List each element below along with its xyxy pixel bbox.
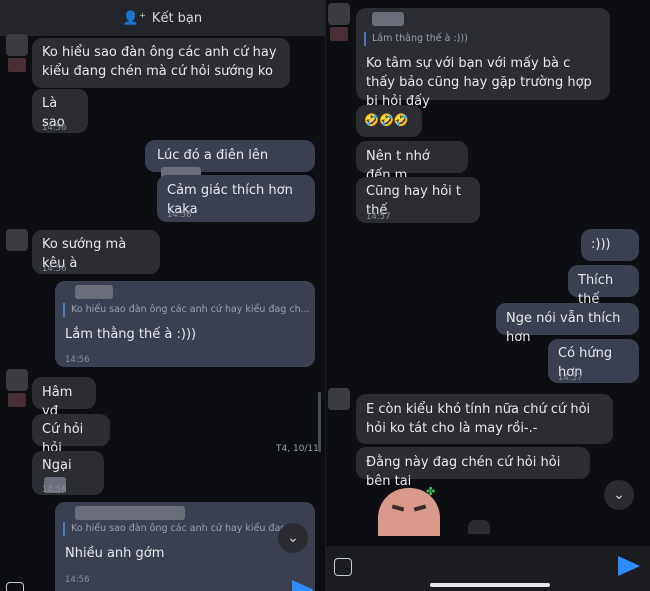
home-indicator <box>430 583 550 587</box>
message-text: Ko hiểu sao đàn ông các anh cứ hay kiểu … <box>42 45 277 79</box>
avatar[interactable] <box>6 34 28 56</box>
message-bubble[interactable]: E còn kiểu khó tính nữa chứ cứ hỏi hỏi k… <box>356 394 613 444</box>
message-bubble-outgoing[interactable]: Ko hiểu sao đàn ông các anh cứ hay kiểu … <box>55 281 315 367</box>
add-friend-icon: 👤⁺ <box>122 10 146 26</box>
message-time: 14:56 <box>65 355 90 365</box>
message-time: 14:56 <box>42 485 67 495</box>
avatar-sub <box>8 58 26 72</box>
message-bubble[interactable]: Ko sướng mà kêu à 14:56 <box>32 230 160 274</box>
avatar-sub <box>8 393 26 407</box>
message-bubble-outgoing[interactable]: Nge nói vẫn thích hơn <box>496 303 639 345</box>
message-text: Ngại <box>42 458 72 473</box>
avatar-sub <box>330 27 348 41</box>
scroll-down-button[interactable]: ⌄ <box>278 523 308 553</box>
scroll-down-button[interactable]: ⌄ <box>604 480 634 510</box>
add-friend-button[interactable]: 👤⁺ Kết bạn <box>0 0 325 36</box>
message-bubble[interactable]: Nên t nhớ đến m <box>356 141 468 183</box>
message-time: 14:56 <box>42 123 67 133</box>
add-friend-label: Kết bạn <box>151 10 203 26</box>
redacted-name <box>75 285 113 299</box>
message-bubble[interactable]: Cứ hỏi hỏi <box>32 414 110 456</box>
message-bubble-outgoing[interactable]: Có hứng hơn 14:57 <box>548 339 639 383</box>
date-divider: T4, 10/11 <box>276 444 319 454</box>
message-bubble-outgoing[interactable]: Ko hiểu sao đàn ông các anh cứ hay kiểu … <box>55 502 315 591</box>
message-bubble[interactable]: Cũng hay hỏi t thế 14:57 <box>356 177 480 223</box>
avatar[interactable] <box>328 388 350 410</box>
redacted-name <box>75 506 185 520</box>
message-bubble[interactable]: Lắm thằng thế à :))) Ko tâm sự với bạn v… <box>356 8 610 109</box>
quoted-message[interactable]: Lắm thằng thế à :))) <box>364 32 602 46</box>
message-bubble-outgoing[interactable]: Thích thế <box>568 265 639 307</box>
send-icon[interactable] <box>618 556 640 576</box>
message-text: Ko tâm sự với bạn với mấy bà c thấy bảo … <box>366 56 592 109</box>
message-text: Lắm thằng thế à :))) <box>65 327 197 342</box>
quoted-message[interactable]: Ko hiểu sao đàn ông các anh cứ hay kiểu … <box>63 303 311 317</box>
message-bubble-outgoing[interactable]: Lúc đó a điên lên <box>145 140 315 183</box>
message-text: Đằng này đag chén cứ hỏi hỏi bên tai <box>366 455 561 489</box>
chevron-down-icon: ⌄ <box>287 530 299 546</box>
message-bubble[interactable]: 🤣🤣🤣 <box>356 105 422 137</box>
message-text: 🤣🤣🤣 <box>364 113 409 127</box>
sticker-eye <box>413 504 427 512</box>
scrollbar[interactable] <box>318 392 321 452</box>
message-text: Nhiều anh gớm <box>65 546 165 561</box>
message-bubble-outgoing[interactable]: :))) <box>581 229 639 261</box>
message-time: 14:56 <box>167 210 192 220</box>
message-time: 14:57 <box>366 212 391 222</box>
message-text: Lúc đó a điên lên <box>157 148 269 163</box>
message-bubble[interactable]: Hâm vđ <box>32 377 96 419</box>
message-text: E còn kiểu khó tính nữa chứ cứ hỏi hỏi k… <box>366 402 591 436</box>
avatar[interactable] <box>6 229 28 251</box>
clover-icon: ✤ <box>426 485 436 498</box>
emoji-icon[interactable] <box>334 558 352 576</box>
redacted-name <box>372 12 404 26</box>
left-chat-panel: 👤⁺ Kết bạn Ko hiểu sao đàn ông các anh c… <box>0 0 325 591</box>
message-text: Thích thế <box>578 273 614 307</box>
avatar[interactable] <box>328 3 350 25</box>
message-text: :))) <box>591 237 611 252</box>
right-chat-panel: Lắm thằng thế à :))) Ko tâm sự với bạn v… <box>326 0 650 591</box>
chevron-down-icon: ⌄ <box>613 487 625 503</box>
message-time: 14:56 <box>65 575 90 585</box>
message-time: 14:57 <box>558 373 583 383</box>
quoted-message[interactable]: Ko hiểu sao đàn ông các anh cứ hay kiểu … <box>63 522 296 536</box>
emoji-icon[interactable] <box>6 582 24 591</box>
send-icon[interactable] <box>292 580 314 591</box>
message-time: 14:56 <box>42 264 67 274</box>
message-bubble[interactable]: Ngại 14:56 <box>32 451 104 495</box>
message-bubble[interactable]: Là sao 14:56 <box>32 89 88 133</box>
message-bubble[interactable]: Ko hiểu sao đàn ông các anh cứ hay kiểu … <box>32 38 290 88</box>
sticker-eye <box>391 504 405 512</box>
reaction-button[interactable] <box>468 520 490 534</box>
avatar[interactable] <box>6 369 28 391</box>
message-bubble-outgoing[interactable]: Cảm giác thích hơn kaka 14:56 <box>157 175 315 222</box>
message-bubble[interactable]: Đằng này đag chén cứ hỏi hỏi bên tai <box>356 447 590 489</box>
